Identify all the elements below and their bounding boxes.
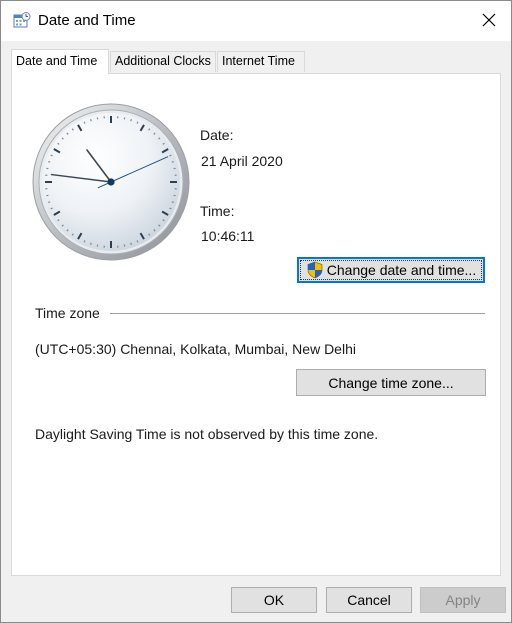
clock-minute-tick — [169, 207, 172, 210]
date-time-dialog: Date and Time Date and Time Additional C… — [0, 0, 512, 623]
clock-minute-tick — [48, 201, 51, 203]
timezone-group-label: Time zone — [35, 305, 100, 321]
clock-minute-tick — [130, 119, 132, 122]
time-value: 10:46:11 — [201, 228, 255, 244]
change-time-zone-button[interactable]: Change time zone... — [296, 369, 486, 396]
date-time-icon — [13, 12, 31, 30]
clock-minute-tick — [171, 161, 174, 163]
clock-minute-tick — [90, 242, 92, 245]
analog-clock — [32, 103, 190, 261]
clock-minute-tick — [83, 121, 86, 124]
timezone-value: (UTC+05:30) Chennai, Kolkata, Mumbai, Ne… — [35, 341, 356, 357]
tab-date-and-time[interactable]: Date and Time — [11, 49, 109, 74]
date-value: 21 April 2020 — [201, 153, 283, 169]
clock-minute-tick — [136, 121, 139, 124]
clock-center — [107, 178, 115, 186]
date-label: Date: — [200, 127, 234, 143]
clock-minute-tick — [50, 207, 53, 210]
close-icon — [482, 13, 496, 30]
close-button[interactable] — [467, 1, 511, 41]
tab-internet-time[interactable]: Internet Time — [217, 51, 305, 72]
clock-minute-tick — [130, 242, 132, 245]
window-title: Date and Time — [38, 12, 136, 29]
cancel-button[interactable]: Cancel — [326, 587, 412, 613]
time-label: Time: — [200, 203, 235, 219]
clock-minute-tick — [83, 240, 86, 243]
clock-minute-tick — [169, 154, 172, 157]
uac-shield-icon — [306, 261, 324, 279]
apply-button[interactable]: Apply — [420, 587, 506, 613]
timezone-divider — [110, 313, 485, 314]
tab-panel: Date: 21 April 2020 Time: 10:46:11 Chang… — [11, 73, 501, 576]
clock-minute-tick — [50, 154, 53, 157]
ok-button[interactable]: OK — [231, 587, 317, 613]
clock-minute-tick — [90, 119, 92, 122]
change-date-time-button[interactable]: Change date and time... — [297, 257, 485, 283]
title-bar: Date and Time — [1, 1, 511, 41]
dst-note: Daylight Saving Time is not observed by … — [35, 426, 379, 442]
clock-minute-tick — [171, 201, 174, 203]
clock-minute-tick — [48, 161, 51, 163]
change-date-time-label: Change date and time... — [326, 262, 477, 278]
clock-minute-tick — [136, 240, 139, 243]
tab-additional-clocks[interactable]: Additional Clocks — [110, 51, 216, 72]
dialog-footer: OK Cancel Apply — [1, 576, 511, 622]
